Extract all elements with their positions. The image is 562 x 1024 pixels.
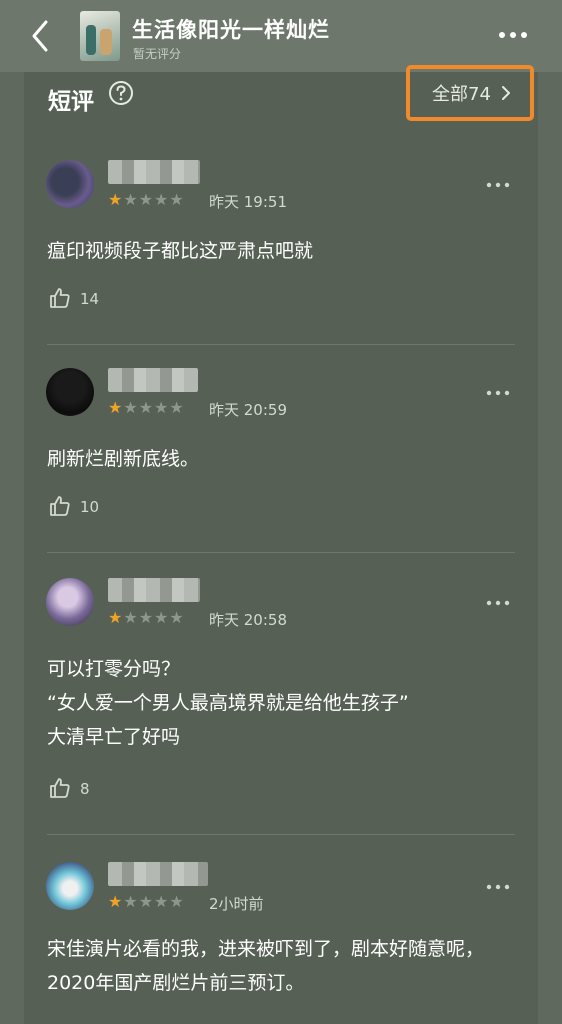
like-count: 10	[80, 498, 100, 516]
back-button[interactable]	[24, 16, 60, 56]
star-empty-icon: ★	[154, 190, 170, 209]
star-empty-icon: ★	[154, 398, 170, 417]
rating-stars: ★★★★★	[108, 892, 185, 911]
review-time: 2小时前	[209, 895, 264, 913]
star-filled-icon: ★	[108, 892, 124, 911]
star-empty-icon: ★	[138, 608, 155, 627]
review-more-button[interactable]	[486, 382, 510, 396]
star-empty-icon: ★	[169, 608, 185, 627]
view-all-reviews-link[interactable]: 全部74	[406, 65, 534, 121]
divider	[47, 552, 515, 553]
thumbs-up-icon	[50, 288, 70, 308]
star-filled-icon: ★	[108, 608, 124, 627]
star-empty-icon: ★	[123, 608, 139, 627]
review-time: 昨天 20:59	[209, 401, 287, 419]
like-count: 14	[80, 290, 100, 308]
back-arrow-icon	[32, 20, 48, 52]
like-count: 8	[80, 780, 90, 798]
star-empty-icon: ★	[169, 190, 185, 209]
star-empty-icon: ★	[123, 892, 139, 911]
review-text: 可以打零分吗？ “女人爱一个男人最高境界就是给他生孩子” 大清早亡了好吗	[47, 658, 409, 748]
help-button[interactable]	[108, 80, 134, 106]
review-item: ★★★★★ 昨天 19:51 瘟印视频段子都比这严肃点吧就 14	[24, 160, 538, 340]
star-empty-icon: ★	[154, 892, 170, 911]
chevron-right-icon	[501, 86, 510, 100]
review-item: ★★★★★ 昨天 20:58 可以打零分吗？ “女人爱一个男人最高境界就是给他生…	[24, 578, 538, 828]
more-dots-icon	[486, 182, 510, 188]
star-empty-icon: ★	[138, 398, 155, 417]
review-more-button[interactable]	[486, 174, 510, 188]
star-empty-icon: ★	[123, 190, 139, 209]
star-empty-icon: ★	[169, 892, 185, 911]
more-dots-icon	[486, 390, 510, 396]
star-empty-icon: ★	[154, 608, 170, 627]
show-poster[interactable]	[80, 11, 120, 61]
section-title: 短评	[48, 89, 94, 115]
star-empty-icon: ★	[123, 398, 139, 417]
avatar[interactable]	[46, 368, 94, 416]
like-button[interactable]: 10	[48, 494, 128, 520]
star-empty-icon: ★	[169, 398, 185, 417]
more-options-button[interactable]	[494, 24, 534, 46]
more-dots-icon	[486, 600, 510, 606]
more-dots-icon	[499, 32, 527, 38]
like-button[interactable]: 8	[48, 776, 128, 802]
review-more-button[interactable]	[486, 592, 510, 606]
star-empty-icon: ★	[138, 190, 155, 209]
divider	[47, 344, 515, 345]
rating-stars: ★★★★★	[108, 608, 185, 627]
divider	[47, 834, 515, 835]
star-filled-icon: ★	[108, 190, 124, 209]
review-more-button[interactable]	[486, 876, 510, 890]
username-blurred[interactable]	[108, 160, 200, 184]
star-empty-icon: ★	[138, 892, 155, 911]
review-time: 昨天 19:51	[209, 193, 287, 211]
question-circle-icon	[109, 81, 133, 105]
rating-status: 暂无评分	[133, 47, 182, 61]
avatar[interactable]	[46, 578, 94, 626]
rating-stars: ★★★★★	[108, 190, 185, 209]
username-blurred[interactable]	[108, 578, 200, 602]
more-dots-icon	[486, 884, 510, 890]
review-text: 刷新烂剧新底线。	[47, 448, 200, 470]
username-blurred[interactable]	[108, 862, 208, 886]
rating-stars: ★★★★★	[108, 398, 185, 417]
thumbs-up-icon	[50, 496, 70, 516]
review-text: 瘟印视频段子都比这严肃点吧就	[47, 240, 314, 262]
review-item: ★★★★★ 昨天 20:59 刷新烂剧新底线。 10	[24, 368, 538, 548]
avatar[interactable]	[46, 160, 94, 208]
star-filled-icon: ★	[108, 398, 124, 417]
review-item: ★★★★★ 2小时前 宋佳演片必看的我，进来被吓到了，剧本好随意呢，2020年国…	[24, 862, 538, 1024]
view-all-label: 全部74	[432, 84, 491, 105]
show-title: 生活像阳光一样灿烂	[132, 18, 330, 42]
review-time: 昨天 20:58	[209, 611, 287, 629]
top-bar: 生活像阳光一样灿烂 暂无评分	[0, 0, 562, 72]
thumbs-up-icon	[50, 778, 70, 798]
like-button[interactable]: 14	[48, 286, 128, 312]
review-text: 宋佳演片必看的我，进来被吓到了，剧本好随意呢，2020年国产剧烂片前三预订。	[47, 938, 485, 994]
username-blurred[interactable]	[108, 368, 198, 392]
short-reviews-card: 短评 全部74 ★★★★★ 昨天 19:51 瘟印视频段子都比这严肃点吧就 14	[24, 65, 538, 1024]
avatar[interactable]	[46, 862, 94, 910]
